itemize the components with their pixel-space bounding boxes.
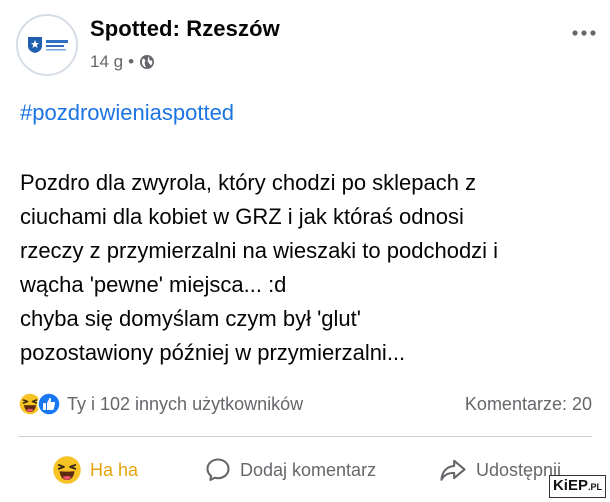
more-horizontal-icon bbox=[572, 30, 596, 36]
coat-of-arms-icon bbox=[27, 37, 42, 53]
share-button[interactable]: Udostępnij bbox=[438, 448, 561, 492]
globe-icon bbox=[140, 55, 155, 69]
post-time[interactable]: 14 g bbox=[90, 52, 123, 72]
meta-separator: • bbox=[128, 52, 135, 71]
post-line: rzeczy z przymierzalni na wieszaki to po… bbox=[20, 238, 499, 263]
comment-button[interactable]: Dodaj komentarz bbox=[204, 448, 376, 492]
reaction-icons bbox=[18, 392, 61, 416]
post-line: pozostawiony później w przymierzalni... bbox=[20, 340, 406, 365]
hashtag-link[interactable]: #pozdrowieniaspotted bbox=[20, 100, 234, 126]
haha-emoji-icon bbox=[53, 456, 81, 484]
haha-label: Ha ha bbox=[90, 459, 139, 480]
watermark-logo: KiEP.PL bbox=[548, 475, 606, 498]
like-icon bbox=[37, 392, 61, 416]
logo-wordmark-icon bbox=[45, 40, 68, 51]
post-meta: 14 g • bbox=[90, 52, 155, 72]
watermark-suffix: .PL bbox=[587, 482, 602, 492]
page-logo bbox=[27, 36, 68, 54]
post-header: Spotted: Rzeszów 14 g • bbox=[14, 12, 596, 82]
reactions-summary-row: Ty i 102 innych użytkowników Komentarze:… bbox=[18, 390, 592, 418]
post-body: Pozdro dla zwyrola, który chodzi po skle… bbox=[20, 166, 600, 370]
post-line: wącha 'pewne' miejsca... :d bbox=[20, 272, 287, 297]
comment-label: Dodaj komentarz bbox=[240, 459, 377, 480]
action-bar: Ha ha Dodaj komentarz Udostępnij bbox=[0, 448, 610, 492]
share-icon bbox=[440, 459, 466, 481]
reactions-text: Ty i 102 innych użytkowników bbox=[67, 393, 304, 414]
more-options-button[interactable] bbox=[572, 16, 596, 42]
page-avatar[interactable] bbox=[16, 14, 78, 76]
haha-reaction-button[interactable]: Ha ha bbox=[52, 448, 138, 492]
post-line: chyba się domyślam czym był 'glut' bbox=[20, 306, 361, 331]
comment-icon bbox=[206, 458, 230, 481]
divider bbox=[18, 436, 592, 437]
reactions-summary[interactable]: Ty i 102 innych użytkowników bbox=[18, 392, 303, 416]
page-name[interactable]: Spotted: Rzeszów bbox=[90, 16, 280, 42]
post-line: ciuchami dla kobiet w GRZ i jak któraś o… bbox=[20, 204, 464, 229]
watermark-text: KiEP bbox=[552, 477, 588, 494]
post-line: Pozdro dla zwyrola, który chodzi po skle… bbox=[20, 170, 477, 195]
comments-count[interactable]: Komentarze: 20 bbox=[465, 394, 592, 415]
